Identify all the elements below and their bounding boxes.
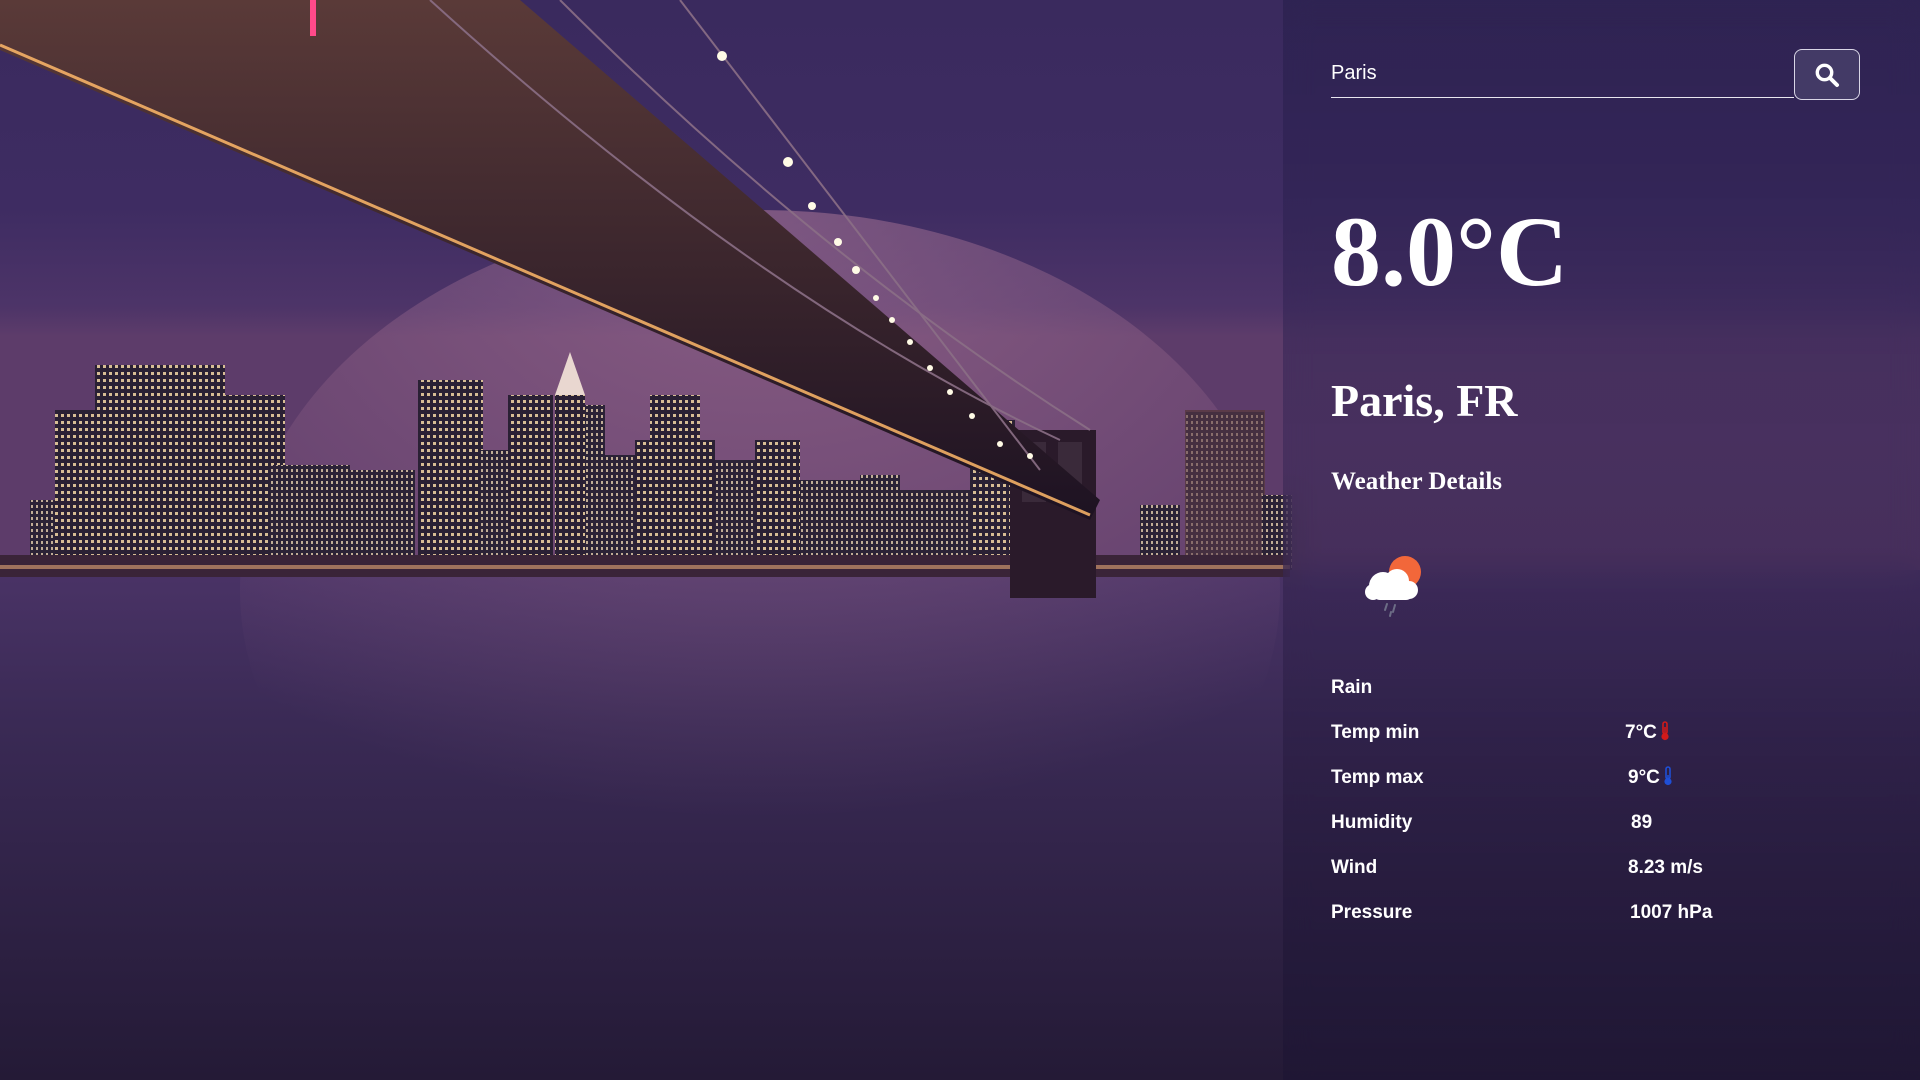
thermometer-cold-icon bbox=[1664, 766, 1672, 786]
weather-details-heading: Weather Details bbox=[1331, 468, 1503, 495]
thermometer-hot-icon bbox=[1661, 721, 1669, 741]
humidity-value: 89 bbox=[1631, 812, 1653, 833]
detail-label: Pressure bbox=[1331, 902, 1413, 923]
detail-row-humidity: Humidity 89 bbox=[1331, 810, 1751, 836]
wind-value: 8.23 m/s bbox=[1628, 857, 1703, 878]
temp-min-value: 7°C bbox=[1625, 722, 1657, 743]
search-bar bbox=[1331, 49, 1860, 100]
detail-label: Wind bbox=[1331, 857, 1378, 878]
detail-label: Humidity bbox=[1331, 812, 1413, 833]
pressure-value: 1007 hPa bbox=[1630, 902, 1713, 923]
detail-row-wind: Wind 8.23 m/s bbox=[1331, 855, 1751, 881]
detail-row-pressure: Pressure 1007 hPa bbox=[1331, 900, 1751, 926]
detail-label: Temp min bbox=[1331, 722, 1420, 743]
detail-label: Temp max bbox=[1331, 767, 1424, 788]
search-icon bbox=[1815, 63, 1839, 87]
sun-cloud-rain-icon bbox=[1365, 556, 1421, 617]
weather-condition: Rain bbox=[1331, 677, 1373, 698]
detail-row-temp-max: Temp max 9°C bbox=[1331, 765, 1751, 791]
location-name: Paris, FR bbox=[1331, 375, 1518, 426]
temp-max-value: 9°C bbox=[1628, 767, 1660, 788]
search-button[interactable] bbox=[1794, 49, 1860, 100]
current-temperature: 8.0°C bbox=[1331, 196, 1569, 307]
detail-row-temp-min: Temp min 7°C bbox=[1331, 720, 1751, 746]
search-input[interactable] bbox=[1331, 49, 1794, 98]
weather-app: 8.0°C Paris, FR Weather Details Rain Tem… bbox=[0, 0, 1920, 1080]
detail-value: 9°C bbox=[1628, 765, 1673, 791]
detail-value: 7°C bbox=[1625, 720, 1670, 746]
weather-panel: 8.0°C Paris, FR Weather Details Rain Tem… bbox=[1283, 0, 1920, 1080]
